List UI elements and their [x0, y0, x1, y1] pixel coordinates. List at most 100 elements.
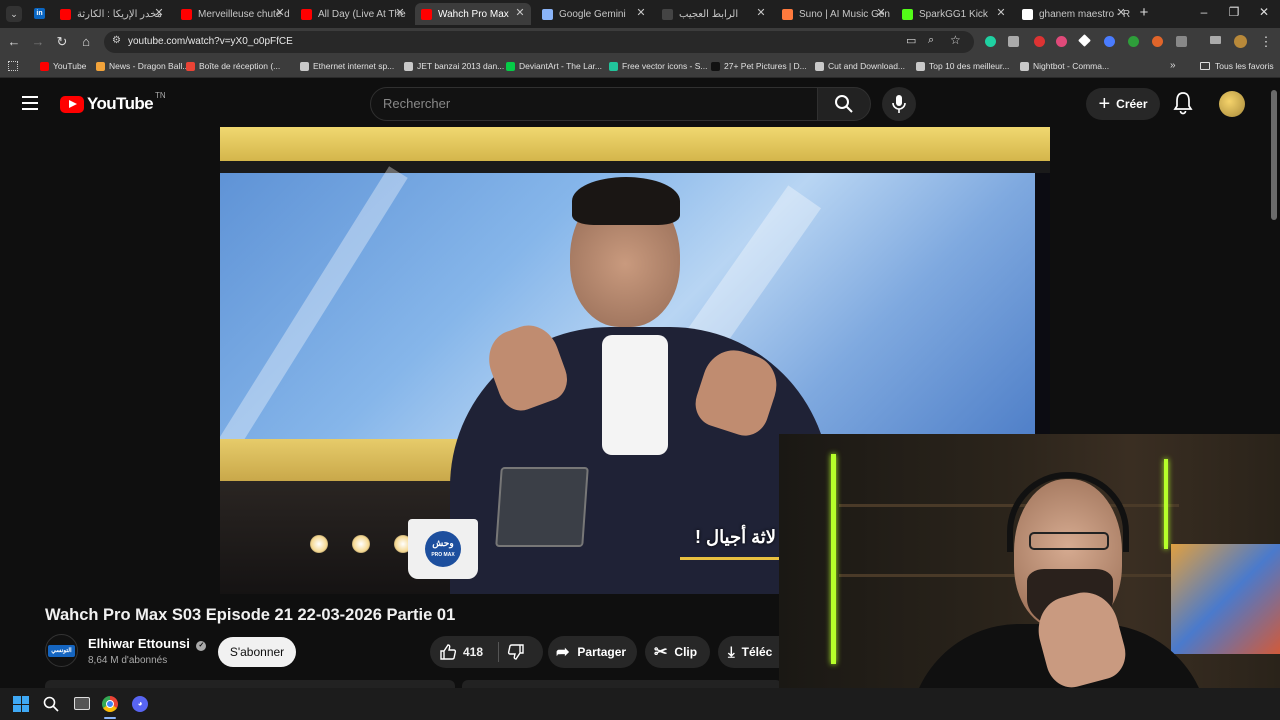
download-label: Téléc	[741, 645, 773, 659]
minimize-button[interactable]: –	[1194, 5, 1214, 19]
home-button[interactable]: ⌂	[78, 34, 94, 50]
bookmark-favicon-icon	[186, 61, 195, 71]
tab-favicon-icon	[421, 8, 432, 20]
all-bookmarks-folder[interactable]: Tous les favoris	[1200, 61, 1274, 71]
linkedin-pinned-tab[interactable]: in	[34, 8, 45, 19]
channel-avatar-text: التونسي	[48, 645, 75, 657]
browser-tab[interactable]: الرابط العجيب ✕	[656, 3, 772, 25]
show-mug: وحش PRO MAX	[408, 519, 478, 579]
browser-menu-icon[interactable]: ⋮	[1258, 34, 1274, 50]
tab-close-icon[interactable]: ✕	[1114, 6, 1128, 19]
account-avatar[interactable]	[1219, 91, 1245, 117]
extension-red-icon[interactable]	[1034, 36, 1045, 47]
browser-tab[interactable]: Google Gemini ✕	[536, 3, 652, 25]
browser-tab[interactable]: SparkGG1 Kick ✕	[896, 3, 1012, 25]
task-view-icon[interactable]	[74, 697, 90, 710]
phone-on-stand	[495, 467, 589, 547]
video-scene-dark-strip	[220, 161, 1050, 173]
restore-button[interactable]: ❐	[1224, 5, 1244, 19]
tab-close-icon[interactable]: ✕	[994, 6, 1008, 19]
bookmark-label: Free vector icons - S...	[622, 61, 708, 71]
tab-favicon-icon	[782, 8, 793, 20]
bookmark-item[interactable]: 27+ Pet Pictures | D...	[711, 61, 807, 71]
bookmark-item[interactable]: Nightbot - Comma...	[1020, 61, 1109, 71]
reading-list-icon[interactable]	[1210, 36, 1221, 44]
browser-tab[interactable]: Merveilleuse chute d ✕	[175, 3, 291, 25]
apps-grid-icon[interactable]	[8, 61, 18, 71]
cast-icon[interactable]: ▭	[906, 34, 916, 47]
bookmark-item[interactable]: JET banzai 2013 dan...	[404, 61, 504, 71]
youtube-logo[interactable]: YouTube TN	[60, 91, 166, 114]
channel-avatar[interactable]: التونسي	[45, 634, 78, 667]
bookmark-star-icon[interactable]: ☆	[950, 33, 961, 47]
create-label: Créer	[1116, 97, 1148, 111]
extension-orange-icon[interactable]	[1152, 36, 1163, 47]
tab-close-icon[interactable]: ✕	[393, 6, 407, 19]
bookmark-item[interactable]: DeviantArt - The Lar...	[506, 61, 602, 71]
clip-label: Clip	[674, 645, 698, 659]
tab-close-icon[interactable]: ✕	[273, 6, 287, 19]
hamburger-menu-icon[interactable]	[22, 96, 38, 110]
tab-close-icon[interactable]: ✕	[874, 6, 888, 19]
create-button[interactable]: + Créer	[1086, 88, 1160, 120]
browser-tab[interactable]: مخدر الإريكا : الكارثة ✕	[54, 3, 170, 25]
tab-close-icon[interactable]: ✕	[513, 6, 527, 19]
bookmark-item[interactable]: Top 10 des meilleur...	[916, 61, 1009, 71]
discord-taskbar-icon[interactable]: ◕	[132, 696, 148, 712]
webcam-poster	[1171, 544, 1280, 654]
extension-camera-icon[interactable]	[1008, 36, 1019, 47]
reload-button[interactable]: ↻	[54, 34, 70, 50]
tab-close-icon[interactable]: ✕	[754, 6, 768, 19]
address-bar[interactable]: ⚙ youtube.com/watch?v=yX0_o0pFfCE ▭ ⌕ ☆	[104, 31, 974, 53]
site-info-icon[interactable]: ⚙	[112, 35, 121, 46]
page-scrollbar[interactable]	[1271, 90, 1277, 220]
subscribe-button[interactable]: S'abonner	[218, 637, 296, 667]
close-window-button[interactable]: ✕	[1254, 5, 1274, 19]
bookmark-item[interactable]: Ethernet internet sp...	[300, 61, 394, 71]
bookmark-item[interactable]: YouTube	[40, 61, 86, 71]
tab-close-icon[interactable]: ✕	[152, 6, 166, 19]
forward-button[interactable]: →	[30, 34, 46, 50]
back-button[interactable]: ←	[6, 34, 22, 50]
bookmark-favicon-icon	[916, 61, 925, 71]
presenter-shirt	[602, 335, 668, 455]
share-button[interactable]: ➦ Partager	[548, 636, 637, 668]
bookmark-item[interactable]: News - Dragon Ball...	[96, 61, 189, 71]
extension-wave-icon[interactable]	[1104, 36, 1115, 47]
taskbar-search-icon[interactable]	[43, 696, 59, 712]
extension-teal-icon[interactable]	[985, 36, 996, 47]
channel-name[interactable]: Elhiwar Ettounsi ✓	[88, 636, 207, 651]
extension-green-icon[interactable]	[1128, 36, 1139, 47]
bookmarks-overflow-icon[interactable]: »	[1170, 60, 1176, 71]
bookmark-favicon-icon	[506, 61, 515, 71]
clip-button[interactable]: ✂ Clip	[645, 636, 710, 668]
search-button[interactable]	[817, 87, 871, 121]
tab-close-icon[interactable]: ✕	[634, 6, 648, 19]
search-input[interactable]	[383, 96, 803, 111]
zoom-icon[interactable]: ⌕	[928, 34, 934, 47]
notifications-bell-icon[interactable]	[1172, 91, 1194, 115]
voice-search-button[interactable]	[882, 87, 916, 121]
windows-start-icon[interactable]	[13, 696, 29, 712]
tab-favicon-icon	[301, 8, 312, 20]
bookmark-item[interactable]: Free vector icons - S...	[609, 61, 708, 71]
search-box[interactable]	[370, 87, 818, 121]
bookmark-item[interactable]: Cut and Download...	[815, 61, 905, 71]
bookmark-item[interactable]: Boîte de réception (...	[186, 61, 280, 71]
video-title: Wahch Pro Max S03 Episode 21 22-03-2026 …	[45, 606, 456, 624]
browser-tab[interactable]: Wahch Pro Max ✕	[415, 3, 531, 25]
like-button[interactable]: 418	[430, 636, 498, 668]
browser-tab[interactable]: Suno | AI Music Gen ✕	[776, 3, 892, 25]
new-tab-button[interactable]: +	[1136, 4, 1152, 21]
extension-diamond-icon[interactable]	[1078, 34, 1091, 47]
dislike-button[interactable]	[499, 636, 543, 668]
chrome-taskbar-icon[interactable]	[102, 696, 118, 712]
share-icon: ➦	[556, 644, 570, 661]
profile-avatar-icon[interactable]	[1234, 35, 1247, 48]
tab-search-dropdown-button[interactable]: ⌄	[6, 6, 22, 22]
webcam-overlay	[779, 434, 1280, 720]
extensions-puzzle-icon[interactable]	[1176, 36, 1187, 47]
browser-tab[interactable]: All Day (Live At The ✕	[295, 3, 411, 25]
browser-tab[interactable]: ghanem maestro - R ✕	[1016, 3, 1132, 25]
extension-pink-icon[interactable]	[1056, 36, 1067, 47]
